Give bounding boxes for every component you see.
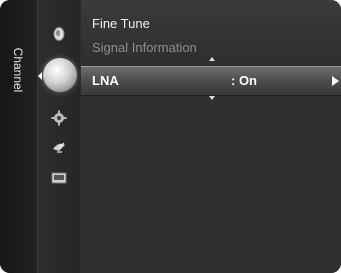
menu-panel: Fine Tune Signal Information LNA : On xyxy=(81,0,341,273)
tv-menu-screen: Channel Fine Tune Signal Information LNA… xyxy=(0,0,341,273)
submenu-arrow-icon[interactable] xyxy=(332,76,339,86)
gear-icon[interactable] xyxy=(38,110,80,126)
selection-pointer xyxy=(38,72,42,80)
scroll-up-icon xyxy=(209,57,215,61)
side-tab-label: Channel xyxy=(11,47,25,93)
lna-label: LNA xyxy=(92,73,119,88)
scroll-down-icon xyxy=(209,96,215,100)
category-icon-column xyxy=(38,0,80,273)
menu-item-signal-information: Signal Information xyxy=(92,40,197,55)
input-icon[interactable] xyxy=(38,172,80,184)
menu-item-fine-tune[interactable]: Fine Tune xyxy=(92,16,150,31)
channel-icon[interactable] xyxy=(43,58,77,92)
antenna-icon[interactable] xyxy=(38,26,80,42)
lna-value: : On xyxy=(231,73,257,88)
menu-item-lna[interactable]: LNA : On xyxy=(81,66,341,96)
satellite-dish-icon[interactable] xyxy=(38,140,80,154)
channel-side-tab[interactable]: Channel xyxy=(0,0,38,273)
